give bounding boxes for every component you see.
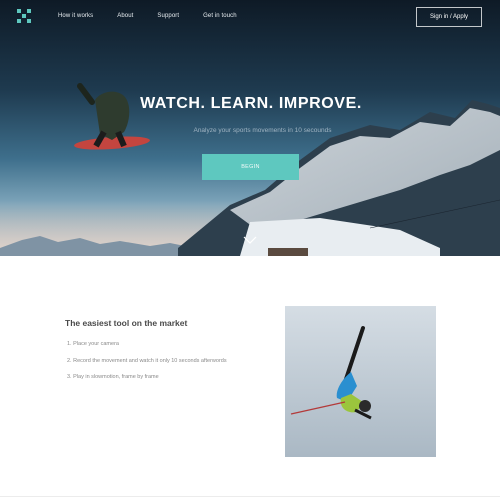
hero-subline: Analyze your sports movements in 10 seco… (193, 127, 332, 134)
logo-icon[interactable] (17, 9, 31, 23)
hero-headline: WATCH. LEARN. IMPROVE. (140, 95, 362, 112)
nav-about[interactable]: About (117, 13, 133, 19)
bottom-divider (0, 496, 500, 497)
steps-list: 1. Place your camera 2. Record the movem… (67, 340, 227, 390)
nav-how-it-works[interactable]: How it works (58, 13, 93, 19)
list-item: 1. Place your camera (67, 341, 119, 347)
list-item: 2. Record the movement and watch it only… (67, 357, 227, 364)
top-nav: How it works About Support Get in touch … (0, 0, 500, 34)
skier-photo (285, 306, 436, 457)
nav-links: How it works About Support Get in touch (58, 13, 261, 19)
hero-section: How it works About Support Get in touch … (0, 0, 500, 256)
signin-button[interactable]: Sign in / Apply (416, 7, 482, 27)
features-title: The easiest tool on the market (65, 318, 188, 328)
begin-button[interactable]: BEGIN (202, 154, 299, 180)
landing-page: How it works About Support Get in touch … (0, 0, 500, 500)
chevron-down-icon[interactable] (243, 236, 257, 245)
list-item: 3. Play in slowmotion, frame by frame (67, 374, 159, 380)
nav-support[interactable]: Support (157, 13, 179, 19)
nav-get-in-touch[interactable]: Get in touch (203, 13, 237, 19)
